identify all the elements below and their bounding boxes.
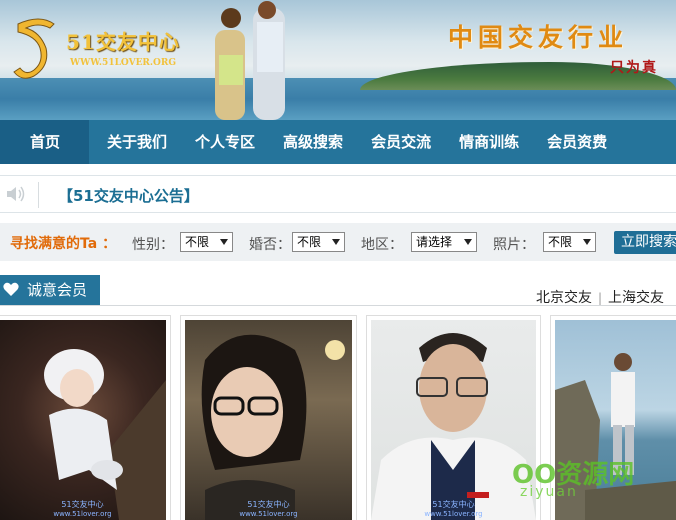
nav-item-member-exchange[interactable]: 会员交流: [357, 120, 445, 164]
chevron-down-icon: [464, 239, 472, 245]
city-link-beijing[interactable]: 北京交友: [536, 290, 592, 306]
banner-slogan: 中国交友行业: [448, 23, 629, 52]
member-photo-figure: [44, 349, 166, 520]
photo-watermark: 51交友中心: [247, 500, 290, 509]
gender-select[interactable]: 不限: [180, 232, 233, 252]
photo-select-value: 不限: [548, 235, 573, 249]
section-divider: [0, 305, 676, 306]
nav-item-eq-training[interactable]: 情商训练: [445, 120, 533, 164]
photo-watermark-url: www.51lover.org: [239, 510, 298, 518]
nav-item-about[interactable]: 关于我们: [93, 120, 181, 164]
region-select[interactable]: 请选择: [411, 232, 477, 252]
photo-watermark-url: www.51lover.org: [53, 510, 112, 518]
member-photo[interactable]: 51交友中心 www.51lover.org: [185, 320, 352, 520]
member-photo-figure: [201, 334, 345, 520]
city-link-shanghai[interactable]: 上海交友: [608, 290, 664, 306]
quick-search-bar: 寻找满意的Ta ： 性别： 不限 婚否： 不限 地区： 请选择 照片： 不限 立…: [0, 223, 676, 261]
photo-watermark: 51交友中心: [61, 500, 104, 509]
announcement-bar: 【51交友中心公告】: [0, 175, 676, 213]
nav-item-home[interactable]: 首页: [0, 120, 90, 164]
photo-label: 照片：: [493, 237, 535, 253]
logo-name: 51交友中心: [66, 30, 180, 54]
nav-item-personal[interactable]: 个人专区: [181, 120, 269, 164]
header-banner: 51交友中心 WWW.51LOVER.ORG 中国交友行业 只为真: [0, 0, 676, 120]
site-logo[interactable]: 51交友中心 WWW.51LOVER.ORG: [10, 14, 200, 84]
member-card[interactable]: 51交友中心 www.51lover.org: [0, 315, 171, 520]
region-select-value: 请选择: [416, 235, 453, 249]
members-title-text: 诚意会员: [27, 281, 88, 299]
member-card[interactable]: 51交友中心 www.51lover.org: [180, 315, 357, 520]
photo-select[interactable]: 不限: [543, 232, 596, 252]
nav-item-membership-fees[interactable]: 会员资费: [533, 120, 621, 164]
main-nav: 首页 关于我们 个人专区 高级搜索 会员交流 情商训练 会员资费: [0, 120, 676, 164]
heart-icon: [3, 282, 19, 296]
logo-mark-icon: [13, 18, 55, 79]
banner-slogan-sub: 只为真: [610, 60, 658, 76]
region-label: 地区：: [361, 237, 403, 253]
city-links: 北京交友 | 上海交友: [536, 287, 664, 307]
link-separator: |: [597, 291, 602, 305]
members-section-title: 诚意会员: [0, 275, 100, 305]
member-photo[interactable]: 51交友中心 www.51lover.org: [0, 320, 166, 520]
marital-label: 婚否：: [249, 237, 291, 253]
speaker-icon: [7, 186, 25, 202]
gender-select-value: 不限: [185, 235, 210, 249]
notice-divider: [38, 182, 39, 208]
search-submit-button[interactable]: 立即搜索: [614, 231, 676, 254]
gender-label: 性别：: [132, 237, 174, 253]
marital-select-value: 不限: [297, 235, 322, 249]
banner-couple-image: [215, 1, 285, 120]
chevron-down-icon: [332, 239, 340, 245]
photo-watermark: 51交友中心: [432, 500, 475, 509]
marital-select[interactable]: 不限: [292, 232, 345, 252]
logo-url: WWW.51LOVER.ORG: [70, 58, 177, 68]
nav-item-advanced-search[interactable]: 高级搜索: [269, 120, 357, 164]
photo-watermark-url: www.51lover.org: [424, 510, 483, 518]
search-lead-label: 寻找满意的Ta ：: [10, 236, 117, 252]
site-watermark-sub: ziyuan: [520, 484, 578, 500]
announcement-link[interactable]: 【51交友中心公告】: [58, 185, 199, 206]
chevron-down-icon: [220, 239, 228, 245]
chevron-down-icon: [583, 239, 591, 245]
